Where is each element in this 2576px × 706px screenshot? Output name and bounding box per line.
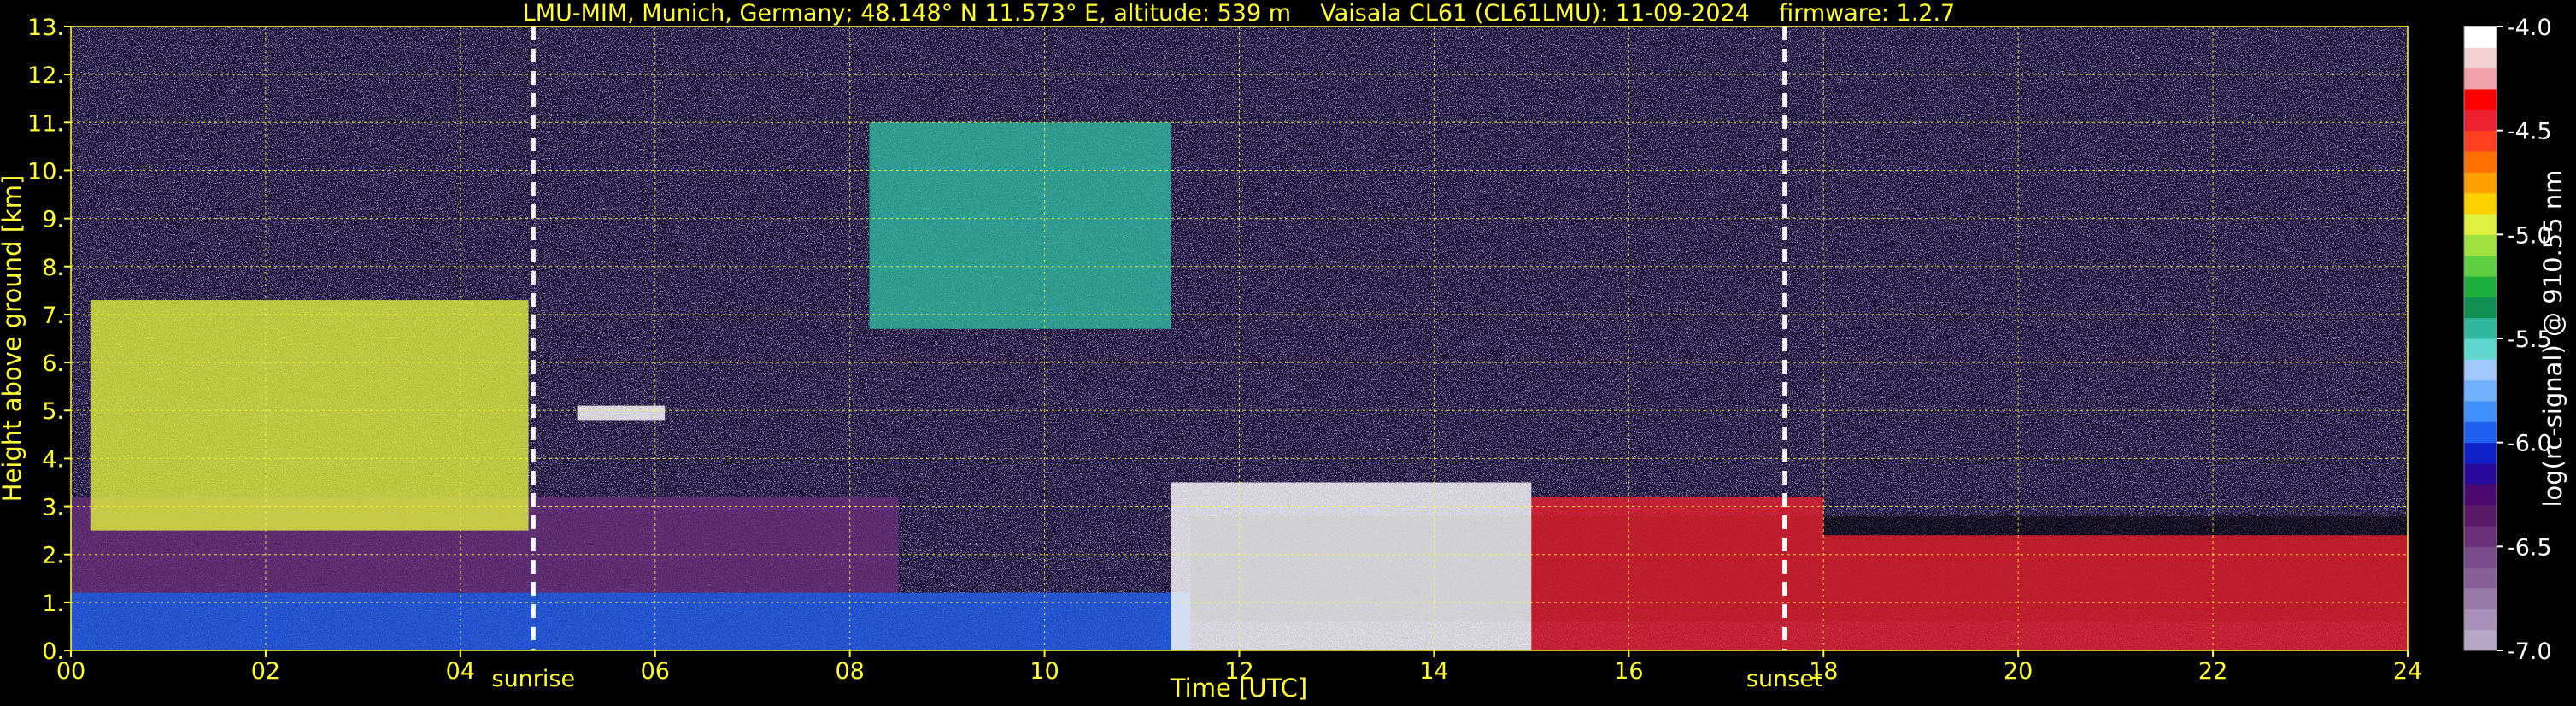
- colorbar-segment: [2464, 526, 2497, 547]
- colorbar-segment: [2464, 192, 2497, 215]
- x-tick-label: 06: [641, 658, 670, 685]
- y-tick-label: 11.: [27, 110, 64, 137]
- colorbar-segment: [2464, 47, 2497, 69]
- y-tick-label: 4.: [42, 446, 64, 473]
- colorbar-segment: [2464, 317, 2497, 339]
- ceilometer-figure: LMU-MIM, Munich, Germany; 48.148° N 11.5…: [0, 0, 2567, 703]
- y-tick-label: 12.: [27, 62, 64, 89]
- x-tick-label: 08: [835, 658, 864, 685]
- colorbar-segment: [2464, 214, 2497, 235]
- y-tick-label: 3.: [42, 495, 64, 521]
- feature-mid-level-cloud: mid-level cloud: [90, 300, 529, 531]
- y-tick-label: 1.: [42, 591, 64, 617]
- colorbar-segment: [2464, 26, 2497, 48]
- x-tick-label: 24: [2393, 658, 2422, 685]
- x-tick-label: 16: [1614, 658, 1643, 685]
- colorbar-segment: [2464, 379, 2497, 402]
- y-tick-label: 6.: [42, 350, 64, 377]
- x-tick-label: 04: [446, 658, 475, 685]
- y-tick-label: 8.: [42, 255, 64, 281]
- feature-low-cloud-convective: low cloud / convective: [1171, 482, 1532, 650]
- x-tick-label: 10: [1030, 658, 1059, 685]
- colorbar-segment: [2464, 151, 2497, 173]
- colorbar-segment: [2464, 442, 2497, 464]
- colorbar-segment: [2464, 276, 2497, 297]
- colorbar-tick-label: -4.5: [2507, 119, 2552, 145]
- colorbar-segment: [2464, 172, 2497, 194]
- colorbar-segment: [2464, 68, 2497, 90]
- colorbar-segment: [2464, 546, 2497, 568]
- colorbar-segment: [2464, 359, 2497, 381]
- colorbar-segment: [2464, 255, 2497, 277]
- colorbar-label: log(rc-signal) @ 910.55 nm: [2538, 169, 2567, 507]
- sunset-label: sunset: [1746, 666, 1823, 692]
- x-tick-label: 14: [1419, 658, 1448, 685]
- colorbar-segment: [2464, 109, 2497, 132]
- feature-low-cloud: low cloud: [1823, 535, 2408, 650]
- colorbar-segment: [2464, 338, 2497, 360]
- colorbar-segment: [2464, 401, 2497, 422]
- colorbar-segment: [2464, 484, 2497, 506]
- colorbar-segment: [2464, 297, 2497, 319]
- feature-boundary-layer-aerosol: boundary layer aerosol: [71, 592, 1191, 650]
- plot-area: boundary layer aerosolresidual layermid-…: [70, 26, 2409, 651]
- x-tick-label: 22: [2198, 658, 2227, 685]
- colorbar-segment: [2464, 567, 2497, 589]
- feature-mid-level-cloud: mid-level cloud: [577, 405, 666, 421]
- colorbar-tick-label: -7.0: [2507, 638, 2552, 665]
- colorbar: [2463, 26, 2497, 651]
- sunrise-label: sunrise: [492, 666, 576, 692]
- y-tick-label: 9.: [42, 207, 64, 233]
- colorbar-segment: [2464, 463, 2497, 485]
- colorbar-segment: [2464, 609, 2497, 631]
- feature-cirrus: cirrus: [869, 122, 1171, 329]
- colorbar-segment: [2464, 130, 2497, 152]
- y-tick-label: 13.: [27, 15, 64, 41]
- colorbar-tick-label: -6.5: [2507, 534, 2552, 561]
- y-axis-ticks: 0. 1. 2. 3. 4. 5. 6. 7. 8. 9. 10. 11. 12. 13.: [27, 15, 71, 665]
- colorbar-segment: [2464, 629, 2497, 651]
- colorbar-tick-label: -4.0: [2507, 15, 2552, 41]
- colorbar-segment: [2464, 421, 2497, 444]
- colorbar-segment: [2464, 89, 2497, 110]
- colorbar-segment: [2464, 504, 2497, 527]
- y-axis-label: Height above ground [km]: [0, 175, 26, 503]
- colorbar-segment: [2464, 588, 2497, 609]
- x-tick-label: 20: [2004, 658, 2033, 685]
- y-tick-label: 10.: [27, 158, 64, 185]
- x-axis-label: Time [UTC]: [1170, 674, 1307, 703]
- feature-low-cloud: low cloud: [1531, 497, 1824, 650]
- figure-title: LMU-MIM, Munich, Germany; 48.148° N 11.5…: [523, 0, 1956, 26]
- y-tick-label: 2.: [42, 543, 64, 569]
- y-tick-label: 5.: [42, 398, 64, 425]
- x-tick-label: 02: [251, 658, 280, 685]
- y-tick-label: 0.: [42, 638, 64, 665]
- colorbar-segment: [2464, 234, 2497, 256]
- y-tick-label: 7.: [42, 303, 64, 329]
